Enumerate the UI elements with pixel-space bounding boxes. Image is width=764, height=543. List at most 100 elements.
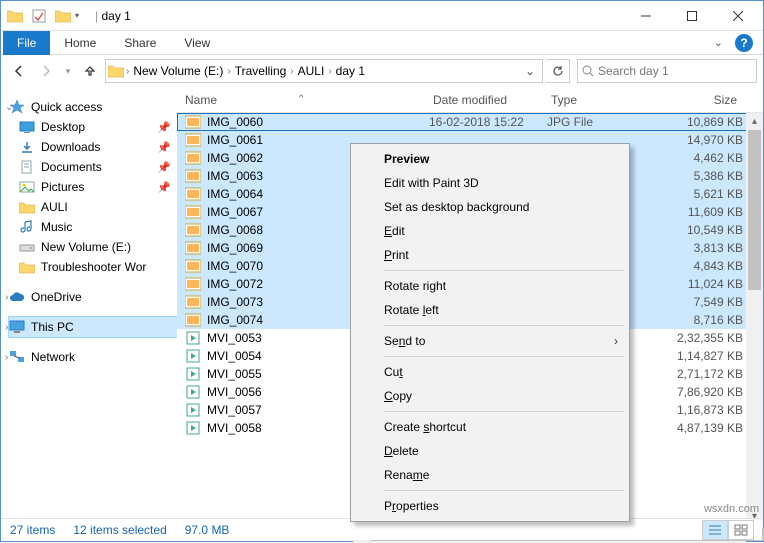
folder-icon	[3, 4, 27, 28]
folder-icon	[19, 200, 35, 214]
network-item[interactable]: › Network	[9, 347, 177, 367]
menu-item[interactable]: Edit with Paint 3D	[354, 171, 626, 195]
address-bar[interactable]: › New Volume (E:)› Travelling› AULI› day…	[105, 59, 543, 83]
qat-dropdown-icon[interactable]: ▾	[75, 11, 87, 20]
vertical-scrollbar[interactable]: ▴ ▾	[746, 113, 763, 525]
back-button[interactable]	[7, 59, 31, 83]
menu-item[interactable]: Set as desktop background	[354, 195, 626, 219]
up-button[interactable]	[78, 59, 102, 83]
sidebar-item[interactable]: New Volume (E:)	[9, 237, 177, 257]
menu-item[interactable]: Delete	[354, 439, 626, 463]
menu-item[interactable]: Rename	[354, 463, 626, 487]
column-name[interactable]: Name⌃	[185, 93, 433, 107]
menu-item-label: Copy	[384, 389, 412, 403]
tab-view[interactable]: View	[170, 31, 224, 55]
properties-icon[interactable]	[27, 4, 51, 28]
ribbon-expand-icon[interactable]: ⌄	[714, 36, 723, 49]
minimize-button[interactable]	[623, 1, 669, 31]
sidebar-item[interactable]: Downloads📌	[9, 137, 177, 157]
menu-item[interactable]: Copy	[354, 384, 626, 408]
sidebar-item[interactable]: AULI	[9, 197, 177, 217]
file-tab[interactable]: File	[3, 31, 50, 55]
menu-item[interactable]: Rotate right	[354, 274, 626, 298]
file-icon	[185, 259, 201, 273]
sidebar-item[interactable]: Documents📌	[9, 157, 177, 177]
menu-separator	[384, 356, 624, 357]
file-icon	[185, 331, 201, 345]
crumb-auli[interactable]: AULI	[296, 64, 327, 78]
recent-locations-button[interactable]: ▾	[61, 59, 75, 83]
pin-icon: 📌	[157, 181, 171, 194]
chevron-right-icon[interactable]: ›	[290, 66, 293, 77]
status-size: 97.0 MB	[185, 523, 230, 537]
refresh-button[interactable]	[546, 59, 570, 83]
sidebar-item-label: New Volume (E:)	[41, 240, 131, 254]
expand-icon[interactable]: ›	[5, 322, 15, 333]
address-dropdown-icon[interactable]: ⌄	[520, 64, 540, 78]
expand-icon[interactable]: ›	[5, 292, 15, 303]
menu-item[interactable]: Create shortcut	[354, 415, 626, 439]
scrollbar-thumb[interactable]	[748, 130, 761, 290]
view-large-icons-button[interactable]	[728, 520, 754, 540]
chevron-right-icon[interactable]: ›	[126, 66, 129, 77]
menu-item-label: Preview	[384, 152, 429, 166]
file-icon	[185, 349, 201, 363]
drive-icon	[19, 240, 35, 254]
crumb-volume[interactable]: New Volume (E:)	[131, 64, 225, 78]
window-title: | day 1	[95, 9, 131, 23]
menu-item-label: Rename	[384, 468, 429, 482]
sidebar-item[interactable]: Pictures 📌	[9, 177, 177, 197]
onedrive-label: OneDrive	[31, 290, 82, 304]
column-type[interactable]: Type	[551, 93, 667, 107]
help-icon[interactable]: ?	[735, 34, 753, 52]
pin-icon: 📌	[157, 121, 171, 134]
collapse-icon[interactable]: ⌄	[5, 102, 15, 113]
tab-share[interactable]: Share	[110, 31, 170, 55]
maximize-button[interactable]	[669, 1, 715, 31]
this-pc-item[interactable]: › This PC	[9, 317, 177, 337]
menu-item-label: Edit with Paint 3D	[384, 176, 479, 190]
file-icon	[185, 169, 201, 183]
sidebar-item-label: Music	[41, 220, 72, 234]
file-date: 16-02-2018 15:22	[429, 115, 547, 129]
status-selected: 12 items selected	[73, 523, 166, 537]
search-icon	[582, 65, 594, 77]
column-size[interactable]: Size	[667, 93, 763, 107]
status-item-count: 27 items	[10, 523, 55, 537]
sidebar-item[interactable]: Troubleshooter Wor	[9, 257, 177, 277]
chevron-right-icon[interactable]: ›	[328, 66, 331, 77]
column-date[interactable]: Date modified	[433, 93, 551, 107]
folder-icon	[108, 64, 124, 78]
new-folder-icon[interactable]	[51, 4, 75, 28]
view-details-button[interactable]	[702, 520, 728, 540]
expand-icon[interactable]: ›	[5, 352, 15, 363]
file-type: JPG File	[547, 115, 663, 129]
crumb-day1[interactable]: day 1	[334, 64, 367, 78]
menu-item[interactable]: Properties	[354, 494, 626, 518]
close-button[interactable]	[715, 1, 761, 31]
file-row[interactable]: IMG_0060 16-02-2018 15:22 JPG File 10,86…	[177, 113, 763, 131]
menu-item[interactable]: Preview	[354, 147, 626, 171]
menu-item[interactable]: Edit	[354, 219, 626, 243]
menu-item-label: Cut	[384, 365, 403, 379]
crumb-travelling[interactable]: Travelling	[233, 64, 289, 78]
search-input[interactable]: Search day 1	[577, 59, 757, 83]
file-icon	[185, 205, 201, 219]
tab-home[interactable]: Home	[50, 31, 110, 55]
menu-item[interactable]: Cut	[354, 360, 626, 384]
sidebar-item[interactable]: Music	[9, 217, 177, 237]
menu-separator	[384, 411, 624, 412]
onedrive-item[interactable]: › OneDrive	[9, 287, 177, 307]
file-icon	[185, 151, 201, 165]
menu-item[interactable]: Rotate left	[354, 298, 626, 322]
submenu-arrow-icon: ›	[614, 334, 618, 348]
scroll-up-icon[interactable]: ▴	[746, 113, 763, 130]
sidebar-item[interactable]: Desktop 📌	[9, 117, 177, 137]
quick-access-root[interactable]: ⌄ Quick access	[9, 97, 177, 117]
forward-button[interactable]	[34, 59, 58, 83]
menu-item[interactable]: Send to ›	[354, 329, 626, 353]
chevron-right-icon[interactable]: ›	[227, 66, 230, 77]
sidebar-item-label: Desktop	[41, 120, 85, 134]
sidebar-item-label: Pictures	[41, 180, 84, 194]
menu-item[interactable]: Print	[354, 243, 626, 267]
